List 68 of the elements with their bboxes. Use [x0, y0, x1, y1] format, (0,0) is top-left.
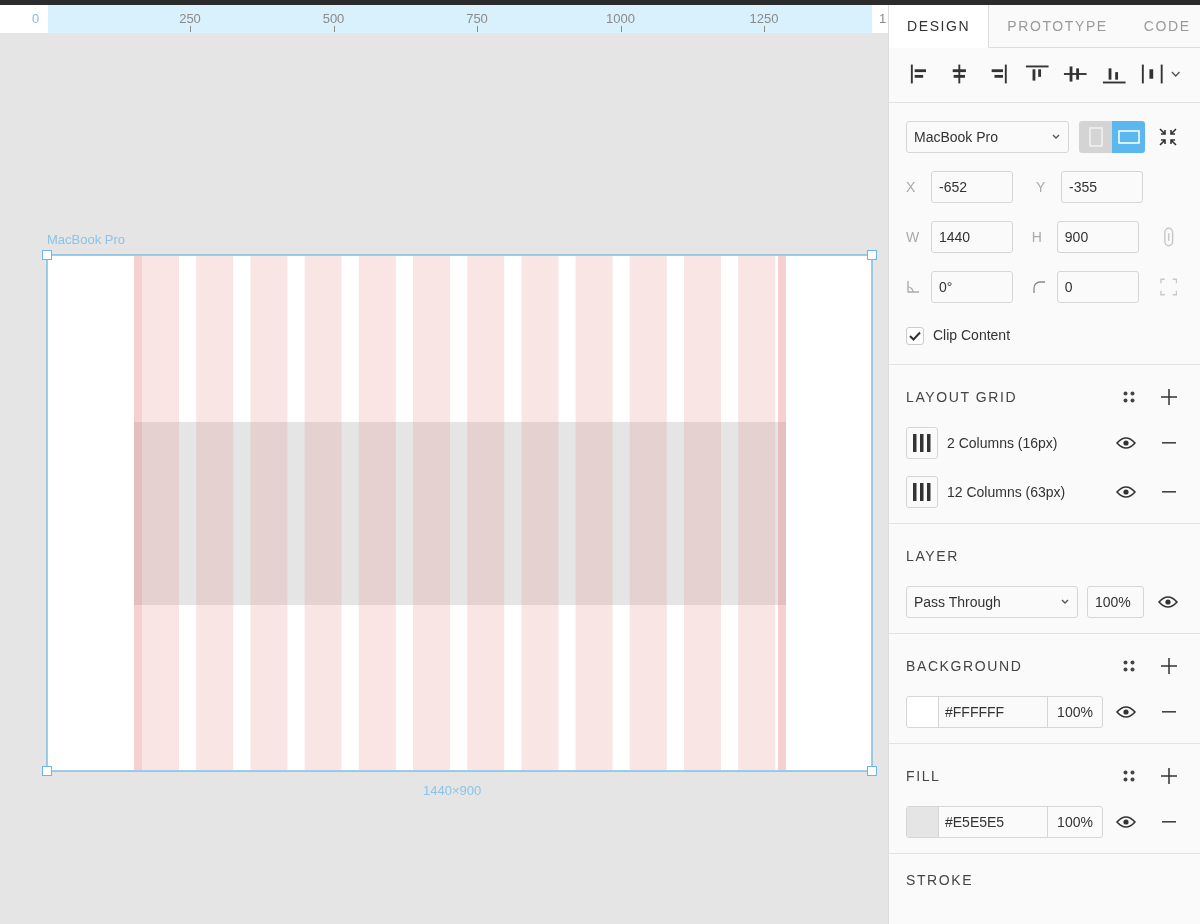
landscape-icon: [1117, 130, 1140, 144]
grid-styles-icon[interactable]: [1123, 391, 1135, 403]
input-field[interactable]: -652: [931, 171, 1013, 203]
grid-label: 2 Columns (16px): [947, 433, 1058, 453]
field-label: Y: [1036, 177, 1047, 197]
grid-type-button[interactable]: [906, 476, 938, 508]
eye-icon[interactable]: [1158, 595, 1178, 609]
columns-icon: [912, 433, 932, 453]
input-field[interactable]: 1440: [931, 221, 1013, 253]
minus-icon[interactable]: [1162, 821, 1176, 823]
eye-icon[interactable]: [1116, 485, 1136, 499]
field-label: W: [906, 227, 921, 247]
minus-icon[interactable]: [1162, 491, 1176, 493]
plus-icon[interactable]: [1161, 389, 1177, 405]
checkbox-label: Clip Content: [933, 326, 1011, 345]
ruler-number: 500: [322, 10, 345, 28]
field-label: X: [906, 177, 917, 197]
plus-icon[interactable]: [1161, 768, 1177, 784]
opacity-field[interactable]: 100%: [1048, 807, 1102, 837]
blend-dropdown[interactable]: Pass Through: [906, 586, 1078, 618]
section-title: STROKE: [906, 870, 974, 890]
portrait-icon: [1088, 127, 1103, 147]
ruler-number: 1250: [749, 10, 779, 28]
section-title: FILL: [906, 766, 941, 786]
color-swatch[interactable]: [907, 697, 939, 727]
distribute-icon[interactable]: [1140, 62, 1165, 86]
caret-icon[interactable]: [1170, 70, 1181, 78]
input-field[interactable]: 900: [1056, 221, 1139, 253]
corner-radius-icon: [1031, 280, 1046, 294]
collapse-icon[interactable]: [1158, 127, 1178, 147]
frame-size: 1440×900: [423, 782, 482, 800]
rotation-icon: [906, 280, 920, 294]
checkbox[interactable]: [906, 326, 924, 345]
input-field[interactable]: 0: [1056, 271, 1139, 303]
caret-icon: [1051, 133, 1061, 141]
ruler-number: 1: [879, 10, 887, 28]
grid-label: 12 Columns (63px): [947, 482, 1066, 502]
section-title: LAYER: [906, 546, 959, 566]
panel-tab[interactable]: DESIGN: [889, 5, 990, 48]
opacity-field[interactable]: 100%: [1048, 697, 1102, 727]
ruler-number: 250: [179, 10, 201, 28]
section-title: LAYOUT GRID: [906, 387, 1018, 407]
input-field[interactable]: -355: [1061, 171, 1143, 203]
grid-type-button[interactable]: [906, 427, 938, 459]
eye-icon[interactable]: [1116, 815, 1136, 829]
caret-icon: [1060, 598, 1070, 606]
color-input[interactable]: #FFFFFF 100%: [906, 696, 1103, 728]
hex-field[interactable]: #E5E5E5: [939, 807, 1048, 837]
ruler-number: 1000: [606, 10, 635, 28]
color-swatch[interactable]: [907, 807, 939, 837]
check-icon: [909, 330, 921, 341]
grid-styles-icon[interactable]: [1123, 770, 1135, 782]
eye-icon[interactable]: [1116, 705, 1136, 719]
input-field[interactable]: 100%: [1087, 586, 1144, 618]
plus-icon[interactable]: [1161, 658, 1177, 674]
ruler-number: 0: [32, 10, 40, 28]
grid-styles-icon[interactable]: [1123, 660, 1135, 672]
eye-icon[interactable]: [1116, 436, 1136, 450]
section-title: BACKGROUND: [906, 656, 1023, 676]
field-label: H: [1031, 227, 1043, 247]
minus-icon[interactable]: [1162, 711, 1176, 713]
preset-dropdown[interactable]: MacBook Pro: [906, 121, 1069, 153]
minus-icon[interactable]: [1162, 442, 1176, 444]
ruler-number: 750: [466, 10, 488, 28]
input-field[interactable]: 0°: [931, 271, 1013, 303]
hex-field[interactable]: #FFFFFF: [939, 697, 1048, 727]
columns-icon: [912, 482, 932, 502]
color-input[interactable]: #E5E5E5 100%: [906, 806, 1103, 838]
